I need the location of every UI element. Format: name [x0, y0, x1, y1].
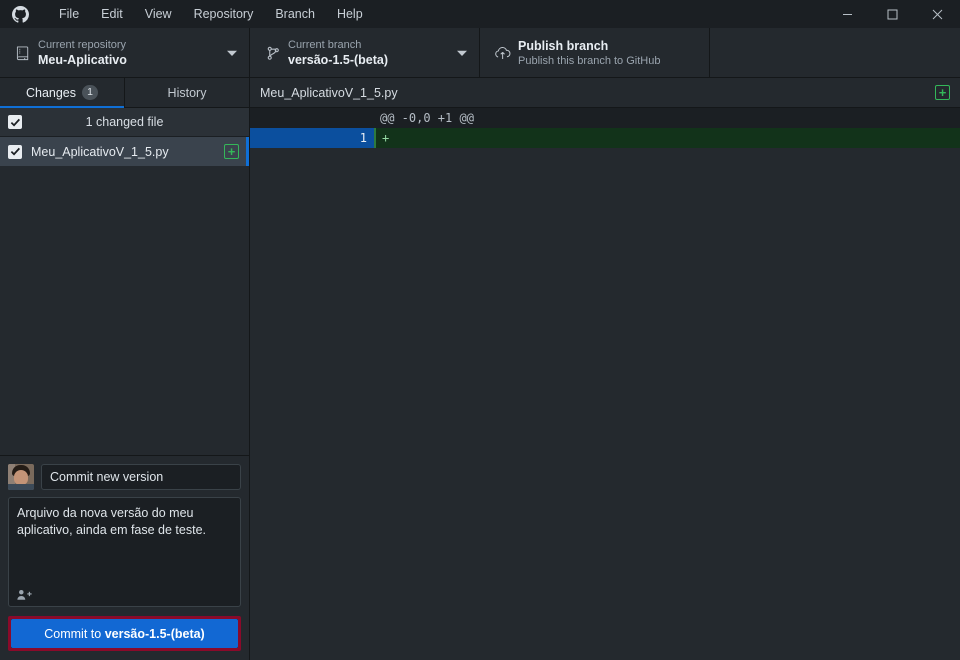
select-all-checkbox[interactable] — [8, 115, 22, 129]
diff-pane: Meu_AplicativoV_1_5.py + @@ -0,0 +1 @@ 1… — [250, 78, 960, 660]
repository-label: Current repository — [38, 39, 127, 51]
repository-name: Meu-Aplicativo — [38, 53, 127, 67]
branch-name: versão-1.5-(beta) — [288, 53, 389, 67]
diff-added-text: + — [374, 128, 960, 148]
tab-changes-label: Changes — [25, 85, 77, 100]
diff-old-line-number — [250, 108, 312, 128]
commit-form: Commit to versão-1.5-(beta) — [0, 455, 249, 660]
chevron-down-icon — [455, 50, 469, 57]
main-body: Changes 1 History 1 changed file Meu_Apl… — [0, 78, 960, 660]
diff-hunk-text: @@ -0,0 +1 @@ — [374, 108, 960, 128]
sidebar: Changes 1 History 1 changed file Meu_Apl… — [0, 78, 250, 660]
new-file-plus-icon: + — [935, 85, 950, 100]
branch-text: Current branch versão-1.5-(beta) — [286, 38, 455, 68]
chevron-down-icon — [225, 50, 239, 57]
commit-button-highlight: Commit to versão-1.5-(beta) — [8, 616, 241, 651]
window-controls — [825, 0, 960, 28]
changed-files-count: 1 changed file — [85, 115, 164, 129]
title-bar: File Edit View Repository Branch Help — [0, 0, 960, 28]
tab-changes[interactable]: Changes 1 — [0, 78, 125, 108]
menu-item-edit[interactable]: Edit — [90, 0, 134, 28]
menu-item-branch[interactable]: Branch — [264, 0, 326, 28]
diff-new-line-number: 1 — [312, 128, 374, 148]
commit-to-branch-button[interactable]: Commit to versão-1.5-(beta) — [11, 619, 238, 648]
publish-text: Publish branch Publish this branch to Gi… — [516, 38, 699, 68]
add-coauthor-icon[interactable] — [17, 589, 32, 601]
menu-bar: File Edit View Repository Branch Help — [48, 0, 374, 28]
commit-description-input[interactable] — [17, 505, 232, 583]
tab-history[interactable]: History — [125, 78, 249, 107]
diff-old-line-number — [250, 128, 312, 148]
changed-file-list: Meu_AplicativoV_1_5.py + — [0, 137, 249, 455]
diff-new-line-number — [312, 108, 374, 128]
file-checkbox[interactable] — [8, 144, 22, 159]
diff-added-row[interactable]: 1 + — [250, 128, 960, 148]
commit-button-branch: versão-1.5-(beta) — [104, 626, 205, 641]
commit-button-prefix: Commit to — [44, 626, 105, 641]
diff-header: Meu_AplicativoV_1_5.py + — [250, 78, 960, 108]
commit-summary-row — [8, 464, 241, 490]
toolbar: Current repository Meu-Aplicativo Curren… — [0, 28, 960, 78]
commit-description-wrapper — [8, 497, 241, 607]
diff-file-name: Meu_AplicativoV_1_5.py — [260, 85, 398, 100]
changed-files-header: 1 changed file — [0, 108, 249, 137]
tab-history-label: History — [167, 85, 207, 100]
commit-summary-input[interactable] — [41, 464, 241, 490]
repository-text: Current repository Meu-Aplicativo — [36, 38, 225, 68]
cloud-upload-icon — [490, 45, 516, 61]
new-file-plus-icon: + — [224, 144, 239, 159]
github-desktop-window: File Edit View Repository Branch Help Cu… — [0, 0, 960, 660]
github-mark-icon — [6, 5, 34, 23]
tab-changes-badge: 1 — [82, 85, 99, 100]
file-name: Meu_AplicativoV_1_5.py — [31, 144, 169, 159]
publish-subtitle: Publish this branch to GitHub — [518, 55, 661, 67]
diff-content: @@ -0,0 +1 @@ 1 + — [250, 108, 960, 660]
git-branch-icon — [260, 46, 286, 61]
publish-title: Publish branch — [518, 39, 609, 53]
minimize-icon[interactable] — [825, 0, 870, 28]
menu-item-help[interactable]: Help — [326, 0, 374, 28]
publish-branch-button[interactable]: Publish branch Publish this branch to Gi… — [480, 28, 710, 78]
list-item[interactable]: Meu_AplicativoV_1_5.py + — [0, 137, 249, 166]
user-avatar — [8, 464, 34, 490]
sidebar-tabs: Changes 1 History — [0, 78, 249, 108]
maximize-icon[interactable] — [870, 0, 915, 28]
current-repository-dropdown[interactable]: Current repository Meu-Aplicativo — [0, 28, 250, 78]
diff-hunk-row: @@ -0,0 +1 @@ — [250, 108, 960, 128]
menu-item-file[interactable]: File — [48, 0, 90, 28]
menu-item-repository[interactable]: Repository — [183, 0, 265, 28]
branch-label: Current branch — [288, 39, 362, 51]
toolbar-empty-area — [710, 28, 960, 78]
close-icon[interactable] — [915, 0, 960, 28]
menu-item-view[interactable]: View — [134, 0, 183, 28]
current-branch-dropdown[interactable]: Current branch versão-1.5-(beta) — [250, 28, 480, 78]
repo-icon — [10, 45, 36, 61]
